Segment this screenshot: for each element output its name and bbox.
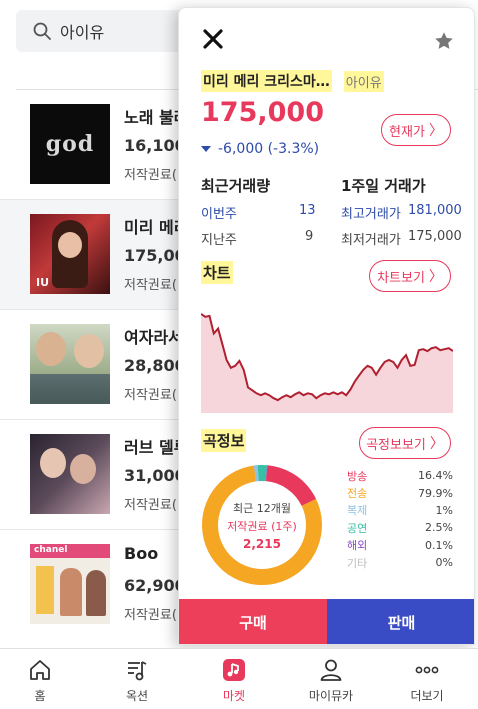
legend-value: 2.5% bbox=[425, 521, 453, 535]
chevron-right-icon: 〉 bbox=[429, 436, 444, 452]
legend-category: 해외 bbox=[347, 539, 368, 553]
legend-category: 복제 bbox=[347, 504, 368, 518]
high-price-value: 181,000 bbox=[408, 203, 462, 218]
nav-my-muca[interactable]: 마이뮤카 bbox=[283, 657, 379, 704]
view-chart-button[interactable]: 차트보기 〉 bbox=[369, 260, 451, 292]
album-thumb-boo: chanel bbox=[30, 544, 110, 624]
bottom-nav: 홈 옥션 마켓 마이뮤카 더보기 bbox=[0, 648, 478, 709]
list-item[interactable]: 여자라서 28,800 저작권료( bbox=[0, 310, 190, 420]
donut-slice-3 bbox=[257, 465, 268, 482]
legend-item: 해외 0.1% bbox=[347, 537, 453, 554]
legend-category: 기타 bbox=[347, 556, 368, 570]
chart-section-title: 차트 bbox=[201, 261, 233, 284]
pie-period-label: 최근 12개월 bbox=[233, 502, 291, 515]
legend-category: 전송 bbox=[347, 487, 368, 501]
this-week-value: 13 bbox=[299, 203, 316, 218]
view-song-info-button[interactable]: 곡정보보기 〉 bbox=[359, 427, 451, 459]
chevron-right-icon: 〉 bbox=[428, 123, 443, 139]
low-price-value: 175,000 bbox=[408, 229, 462, 244]
search-icon bbox=[33, 22, 51, 40]
weekly-price-title: 1주일 거래가 bbox=[341, 177, 426, 195]
royalty-legend: 방송 16.4% 전송 79.9% 복제 1% 공연 2.5% 해외 0.1% 기타 0% bbox=[347, 467, 453, 571]
legend-value: 1% bbox=[435, 503, 453, 517]
song-royalty: 저작권료( bbox=[124, 498, 177, 513]
song-info-title: 곡정보 bbox=[201, 429, 247, 452]
pie-royalty-label: 저작권료 (1주) bbox=[227, 520, 297, 533]
recent-volume-title: 최근거래량 bbox=[201, 177, 271, 195]
list-item[interactable]: god 노래 불러 16,100 저작권료( bbox=[0, 90, 190, 200]
legend-item: 기타 0% bbox=[347, 554, 453, 571]
nav-market[interactable]: 마켓 bbox=[186, 657, 282, 704]
legend-item: 전송 79.9% bbox=[347, 484, 453, 501]
nav-auction[interactable]: 옥션 bbox=[89, 657, 185, 704]
price-chart bbox=[201, 313, 453, 413]
close-icon[interactable] bbox=[201, 27, 225, 51]
legend-value: 0.1% bbox=[425, 538, 453, 552]
price-change: -6,000 (-3.3%) bbox=[201, 141, 319, 157]
last-week-label: 지난주 bbox=[201, 233, 237, 248]
song-price: 62,900 bbox=[124, 576, 186, 595]
list-item[interactable]: chanel Boo 62,900 저작권료( bbox=[0, 530, 190, 640]
sell-button[interactable]: 판매 bbox=[327, 599, 474, 644]
song-royalty: 저작권료( bbox=[124, 278, 177, 293]
low-price-label: 최저거래가 bbox=[341, 233, 401, 248]
home-icon bbox=[30, 660, 50, 680]
song-title: 여자라서 bbox=[124, 328, 183, 347]
more-icon bbox=[415, 666, 439, 674]
legend-value: 0% bbox=[435, 556, 453, 570]
legend-category: 방송 bbox=[347, 469, 368, 483]
album-thumb-couple bbox=[30, 434, 110, 514]
high-price-label: 최고거래가 bbox=[341, 207, 401, 222]
market-icon bbox=[223, 659, 245, 681]
auction-icon bbox=[128, 661, 147, 681]
profile-icon bbox=[320, 659, 342, 681]
song-title: Boo bbox=[124, 544, 159, 563]
buy-button[interactable]: 구매 bbox=[179, 599, 327, 644]
pie-royalty-value: 2,215 bbox=[243, 537, 281, 551]
song-price: 16,100 bbox=[124, 136, 186, 155]
artist-name: 아이유 bbox=[343, 70, 384, 92]
song-royalty: 저작권료( bbox=[124, 168, 177, 183]
nav-home[interactable]: 홈 bbox=[0, 657, 88, 704]
search-input[interactable]: 아이유 bbox=[60, 19, 104, 43]
album-thumb-god: god bbox=[30, 104, 110, 184]
search-bar[interactable]: 아이유 bbox=[16, 10, 188, 52]
song-title-bar: 미리 메리 크리스마… 아이유 bbox=[201, 69, 384, 93]
legend-item: 공연 2.5% bbox=[347, 519, 453, 536]
down-triangle-icon bbox=[201, 146, 211, 152]
song-detail-panel: 미리 메리 크리스마… 아이유 175,000 -6,000 (-3.3%) 현… bbox=[178, 7, 475, 645]
list-item[interactable]: 러브 델루 31,000 저작권료( bbox=[0, 420, 190, 530]
song-list: god 노래 불러 16,100 저작권료( IU 미리 메리 175,000 … bbox=[0, 90, 197, 640]
legend-category: 공연 bbox=[347, 521, 368, 535]
current-price-button[interactable]: 현재가 〉 bbox=[381, 114, 451, 146]
legend-value: 16.4% bbox=[418, 469, 453, 483]
song-price: 28,800 bbox=[124, 356, 186, 375]
current-price: 175,000 bbox=[201, 97, 324, 128]
song-name: 미리 메리 크리스마… bbox=[201, 70, 332, 92]
legend-value: 79.9% bbox=[418, 486, 453, 500]
song-price: 31,000 bbox=[124, 466, 186, 485]
song-royalty: 저작권료( bbox=[124, 608, 177, 623]
song-royalty: 저작권료( bbox=[124, 388, 177, 403]
legend-item: 방송 16.4% bbox=[347, 467, 453, 484]
this-week-label: 이번주 bbox=[201, 207, 237, 222]
album-thumb-drama bbox=[30, 324, 110, 404]
album-thumb-iu: IU bbox=[30, 214, 110, 294]
star-icon[interactable] bbox=[433, 30, 455, 52]
legend-item: 복제 1% bbox=[347, 502, 453, 519]
list-item[interactable]: IU 미리 메리 175,000 저작권료( bbox=[0, 200, 197, 310]
last-week-value: 9 bbox=[305, 229, 314, 244]
chevron-right-icon: 〉 bbox=[428, 269, 443, 285]
nav-more[interactable]: 더보기 bbox=[379, 657, 475, 704]
